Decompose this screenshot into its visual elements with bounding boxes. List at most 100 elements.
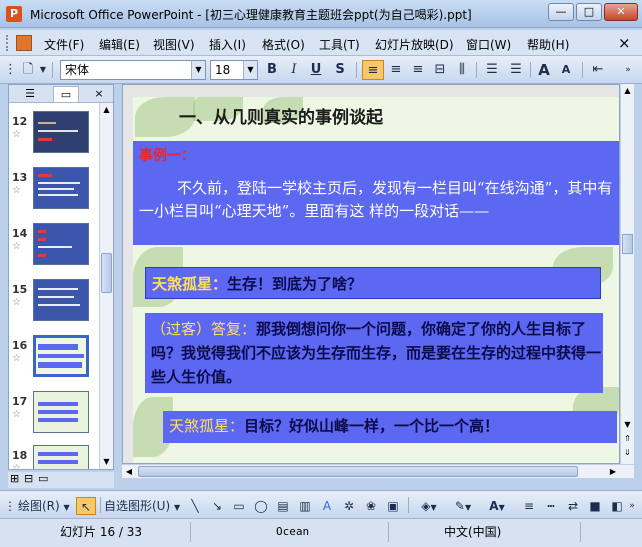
autoshapes-button[interactable]: 自选图形(U) ▼: [104, 497, 180, 515]
font-name-select[interactable]: 宋体 ▼: [60, 60, 206, 80]
slide-thumbnail-15[interactable]: 15 ☆: [9, 279, 103, 333]
shrink-font-button[interactable]: A: [556, 60, 576, 80]
menu-file[interactable]: 文件(F): [44, 36, 84, 53]
picture-icon[interactable]: ▣: [384, 497, 402, 515]
menu-slideshow[interactable]: 幻灯片放映(D): [375, 36, 454, 53]
bold-button[interactable]: B: [262, 60, 282, 80]
restore-button[interactable]: □: [576, 3, 602, 21]
menu-view[interactable]: 视图(V): [153, 36, 195, 53]
scroll-thumb[interactable]: [622, 234, 633, 254]
minimize-button[interactable]: —: [548, 3, 574, 21]
rectangle-tool-icon[interactable]: ▭: [230, 497, 248, 515]
next-slide-icon[interactable]: ⇓: [621, 446, 634, 460]
numbered-list-icon[interactable]: ☰: [482, 60, 502, 80]
arrow-tool-icon[interactable]: ↘: [208, 497, 226, 515]
slide-thumbnail-12[interactable]: 12 ☆: [9, 111, 103, 165]
scroll-down-icon[interactable]: ▼: [100, 455, 113, 469]
align-right-icon[interactable]: ≡: [408, 60, 428, 80]
close-button[interactable]: ✕: [604, 3, 638, 21]
diagram-icon[interactable]: ✲: [340, 497, 358, 515]
dialogue-line-1[interactable]: 天煞孤星：生存！到底为了啥？: [145, 267, 601, 299]
powerpoint-app-icon[interactable]: P: [6, 6, 22, 22]
menu-window[interactable]: 窗口(W): [466, 36, 511, 53]
underline-button[interactable]: U: [306, 60, 326, 80]
scroll-down-icon[interactable]: ▼: [621, 418, 634, 432]
example-textbox[interactable]: 事例一： 不久前，登陆一学校主页后，发现有一栏目叫“在线沟通”，其中有一小栏目叫…: [133, 141, 619, 245]
draw-menu-button[interactable]: 绘图(R) ▼: [18, 497, 70, 515]
arrow-style-icon[interactable]: ⇄: [564, 497, 582, 515]
scroll-thumb[interactable]: [101, 253, 112, 293]
align-center-icon[interactable]: ≡: [386, 60, 406, 80]
dash-style-icon[interactable]: ┅: [542, 497, 560, 515]
italic-button[interactable]: I: [284, 60, 304, 80]
vertical-textbox-icon[interactable]: ▥: [296, 497, 314, 515]
slide-editor[interactable]: 一、从几则真实的事例谈起 事例一： 不久前，登陆一学校主页后，发现有一栏目叫“在…: [122, 84, 620, 464]
chevron-down-icon[interactable]: ▼: [243, 61, 257, 79]
oval-tool-icon[interactable]: ◯: [252, 497, 270, 515]
previous-slide-icon[interactable]: ⇑: [621, 432, 634, 446]
font-size-select[interactable]: 18 ▼: [210, 60, 258, 80]
panel-scrollbar[interactable]: ▲ ▼: [99, 103, 113, 469]
document-icon[interactable]: [16, 35, 32, 51]
grip-handle[interactable]: [6, 35, 9, 51]
toolbar-options-icon[interactable]: »: [620, 60, 636, 80]
shadow-button[interactable]: S: [330, 60, 350, 80]
sorter-view-icon[interactable]: ⊟: [24, 472, 33, 485]
line-style-icon[interactable]: ≡: [520, 497, 538, 515]
shadow-style-icon[interactable]: ■: [586, 497, 604, 515]
slide-canvas[interactable]: 一、从几则真实的事例谈起 事例一： 不久前，登陆一学校主页后，发现有一栏目叫“在…: [133, 97, 619, 463]
scroll-thumb[interactable]: [138, 466, 578, 477]
toolbar-grip[interactable]: ⋮: [4, 60, 17, 80]
menu-insert[interactable]: 插入(I): [209, 36, 246, 53]
normal-view-icon[interactable]: ⊞: [10, 472, 19, 485]
slide-thumbnail-16[interactable]: 16 ☆: [9, 335, 103, 389]
slide-number: 18: [12, 449, 28, 462]
grow-font-button[interactable]: A: [534, 60, 554, 80]
slide-thumbnail-18[interactable]: 18 ☆: [9, 445, 103, 469]
scroll-left-icon[interactable]: ◀: [122, 465, 136, 478]
chevron-down-icon[interactable]: ▼: [191, 61, 205, 79]
menu-tools[interactable]: 工具(T): [319, 36, 360, 53]
slide-thumbnail-17[interactable]: 17 ☆: [9, 391, 103, 445]
decrease-indent-icon[interactable]: ⇤: [588, 60, 608, 80]
wordart-icon[interactable]: A: [318, 497, 336, 515]
slide-thumbnail-14[interactable]: 14 ☆: [9, 223, 103, 277]
3d-style-icon[interactable]: ◧: [608, 497, 626, 515]
clipart-icon[interactable]: ❀: [362, 497, 380, 515]
scroll-up-icon[interactable]: ▲: [100, 103, 113, 117]
editor-horizontal-scrollbar[interactable]: ◀ ▶: [122, 464, 634, 478]
close-document-button[interactable]: ×: [618, 34, 631, 52]
dialogue-line-3[interactable]: 天煞孤星：目标？好似山峰一样，一个比一个高！: [163, 411, 617, 443]
distribute-icon[interactable]: ⊟: [430, 60, 450, 80]
editor-vertical-scrollbar[interactable]: ▲ ▼ ⇑ ⇓: [620, 84, 634, 464]
line-tool-icon[interactable]: ╲: [186, 497, 204, 515]
slide-thumbnail-13[interactable]: 13 ☆: [9, 167, 103, 221]
vertical-text-icon[interactable]: ⫼: [452, 60, 472, 80]
scroll-up-icon[interactable]: ▲: [621, 84, 634, 98]
scroll-right-icon[interactable]: ▶: [606, 465, 620, 478]
panel-splitter[interactable]: [114, 84, 122, 470]
select-pointer-icon[interactable]: ↖: [76, 497, 96, 515]
fill-color-icon[interactable]: ◈▼: [414, 497, 444, 515]
slideshow-view-icon[interactable]: ▭: [38, 472, 48, 485]
textbox-tool-icon[interactable]: ▤: [274, 497, 292, 515]
menu-format[interactable]: 格式(O): [262, 36, 305, 53]
star-icon: ☆: [12, 129, 21, 140]
close-panel-button[interactable]: ×: [89, 86, 109, 102]
outline-tab-icon[interactable]: ☰: [17, 86, 43, 102]
toolbar-options-icon[interactable]: »: [626, 497, 638, 515]
menu-edit[interactable]: 编辑(E): [99, 36, 140, 53]
slide-preview: [33, 223, 89, 265]
align-left-icon[interactable]: ≡: [362, 60, 384, 80]
chevron-down-icon[interactable]: ▼: [38, 60, 48, 80]
dialogue-line-2[interactable]: （过客）答复：那我倒想问你一个问题，你确定了你的人生目标了吗？我觉得我们不应该为…: [145, 313, 603, 393]
toolbar-grip[interactable]: ⋮: [4, 497, 16, 515]
menu-help[interactable]: 帮助(H): [527, 36, 569, 53]
font-color-icon[interactable]: A▼: [482, 497, 512, 515]
slides-tab-icon[interactable]: ▭: [53, 86, 79, 102]
slide-preview: [33, 445, 89, 469]
bulleted-list-icon[interactable]: ☰: [506, 60, 526, 80]
new-document-icon[interactable]: 🗋: [18, 60, 38, 80]
star-icon: ☆: [12, 463, 21, 469]
line-color-icon[interactable]: ✎▼: [448, 497, 478, 515]
